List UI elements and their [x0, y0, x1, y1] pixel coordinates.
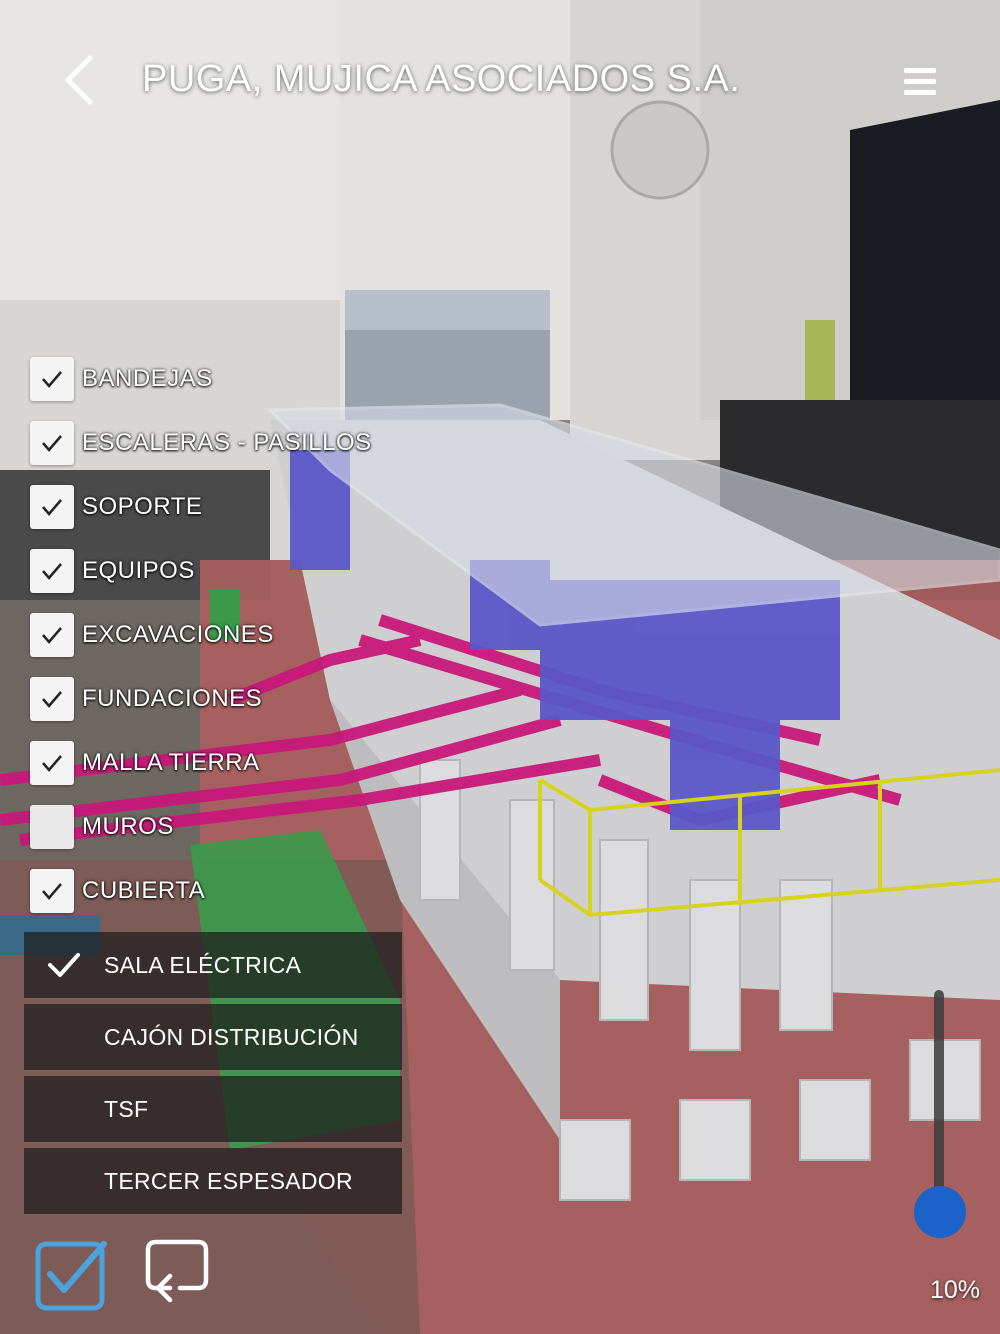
checkmark-icon: [42, 563, 62, 580]
chevron-left-icon: [65, 55, 93, 105]
project-item-sala-electrica[interactable]: SALA ELÉCTRICA: [24, 932, 402, 998]
rotate-reset-icon: [145, 1239, 209, 1303]
opacity-slider-knob[interactable]: [914, 1186, 966, 1238]
hamburger-menu-icon: [904, 68, 936, 95]
checkmark-icon: [48, 953, 80, 977]
layer-item-fundaciones[interactable]: FUNDACIONES: [30, 676, 262, 722]
top-bar: PUGA, MUJICA ASOCIADOS S.A.: [0, 0, 1000, 160]
layer-item-excavaciones[interactable]: EXCAVACIONES: [30, 612, 274, 658]
checkmark-icon: [42, 499, 62, 516]
layer-label: FUNDACIONES: [82, 685, 263, 712]
menu-button[interactable]: [900, 64, 940, 100]
opacity-slider-track[interactable]: [934, 990, 944, 1212]
checkmark-icon: [42, 883, 62, 900]
layer-item-cubierta[interactable]: CUBIERTA: [30, 868, 205, 914]
project-label: SALA ELÉCTRICA: [104, 951, 302, 978]
layer-label: MALLA TIERRA: [82, 749, 260, 776]
layer-item-malla-tierra[interactable]: MALLA TIERRA: [30, 740, 260, 786]
layer-checkbox[interactable]: [30, 677, 74, 721]
layer-label: EXCAVACIONES: [82, 621, 274, 648]
project-item-tsf[interactable]: TSF: [24, 1076, 402, 1142]
layer-item-escaleras-pasillos[interactable]: ESCALERAS - PASILLOS: [30, 420, 372, 466]
rotate-reset-button[interactable]: [140, 1236, 212, 1308]
page-title: PUGA, MUJICA ASOCIADOS S.A.: [142, 58, 741, 100]
layer-label: CUBIERTA: [82, 877, 206, 904]
opacity-value: 10%: [929, 1276, 980, 1304]
project-label: TERCER ESPESADOR: [104, 1167, 353, 1194]
layer-checkbox-unchecked[interactable]: [30, 805, 74, 849]
layer-item-bandejas[interactable]: BANDEJAS: [30, 356, 213, 402]
layer-checkbox[interactable]: [30, 421, 74, 465]
layer-item-muros[interactable]: MUROS: [30, 804, 174, 850]
checkmark-icon: [42, 371, 62, 388]
layer-checkbox[interactable]: [30, 869, 74, 913]
layer-label: SOPORTE: [82, 493, 203, 520]
checkmark-icon: [42, 435, 62, 452]
checkmark-icon: [42, 691, 62, 708]
layer-label: MUROS: [82, 813, 174, 840]
checkmark-icon: [42, 627, 62, 644]
layer-checkbox[interactable]: [30, 741, 74, 785]
project-item-cajon-distribucion[interactable]: CAJÓN DISTRIBUCIÓN: [24, 1004, 402, 1070]
layer-checkbox[interactable]: [30, 485, 74, 529]
project-item-tercer-espesador[interactable]: TERCER ESPESADOR: [24, 1148, 402, 1214]
layer-item-soporte[interactable]: SOPORTE: [30, 484, 202, 530]
layer-checkbox[interactable]: [30, 549, 74, 593]
checkbox-checked-icon: [35, 1241, 107, 1311]
layer-label: EQUIPOS: [82, 557, 195, 584]
layer-item-equipos[interactable]: EQUIPOS: [30, 548, 195, 594]
project-label: CAJÓN DISTRIBUCIÓN: [104, 1023, 359, 1050]
layer-label: ESCALERAS - PASILLOS: [82, 429, 372, 456]
confirm-button[interactable]: [34, 1238, 110, 1312]
layer-checkbox[interactable]: [30, 613, 74, 657]
layer-label: BANDEJAS: [82, 365, 213, 392]
checkmark-icon: [42, 755, 62, 772]
back-button[interactable]: [58, 52, 102, 108]
project-label: TSF: [104, 1095, 149, 1122]
layer-checkbox[interactable]: [30, 357, 74, 401]
